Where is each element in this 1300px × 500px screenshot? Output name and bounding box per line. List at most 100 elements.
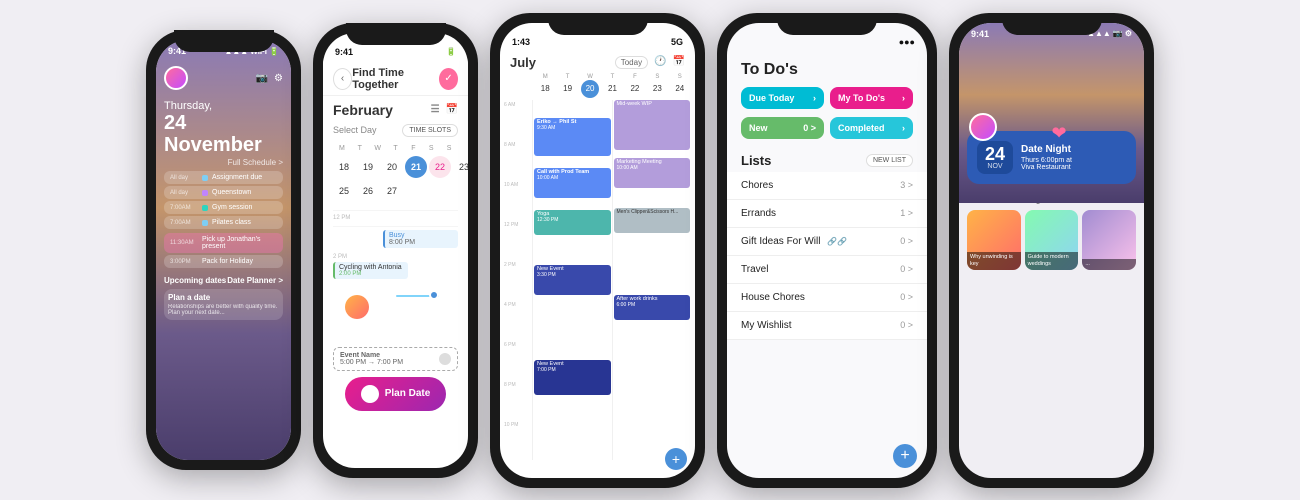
avatar-1[interactable]: [164, 66, 188, 90]
full-schedule-link[interactable]: Full Schedule >: [164, 158, 283, 167]
list-item-travel[interactable]: Travel 0 >: [727, 256, 927, 284]
event-dot: [202, 175, 208, 181]
blog-overlay-2: Guide to modern weddings: [1025, 252, 1079, 269]
month-name: February: [333, 102, 393, 118]
week-strip: M 18 T 19 W 20 T 21 F 22 S 23: [500, 72, 695, 100]
add-list-button[interactable]: +: [893, 444, 917, 468]
day-18[interactable]: 18: [333, 156, 355, 178]
list-icon[interactable]: ☰: [431, 104, 440, 115]
busy-block-row: Busy 8:00 PM: [333, 226, 458, 250]
event-dot-2: [202, 220, 208, 226]
upcoming-header: Upcoming dates Date Planner >: [164, 276, 283, 285]
cal-grid-icon[interactable]: 📅: [673, 56, 685, 69]
event-drinks[interactable]: After work drinks 6:00 PM: [614, 295, 691, 320]
list-item-errands[interactable]: Errands 1 >: [727, 200, 927, 228]
event-name-block: Event Name 5:00 PM → 7:00 PM: [333, 347, 458, 371]
blog-card-2[interactable]: Guide to modern weddings: [1025, 210, 1079, 270]
day-headers: MTWTFSS: [333, 145, 458, 152]
list-item-chores[interactable]: Chores 3 >: [727, 172, 927, 200]
cycling-label: Cycling with Antonia: [339, 264, 404, 271]
slider-handle[interactable]: [429, 290, 439, 300]
event-marketing[interactable]: Marketing Meeting 10:00 AM: [614, 158, 691, 188]
event-clippers[interactable]: Men's Clipper&Scissors H...: [614, 208, 691, 233]
date-display: Thursday, 24 November: [164, 100, 283, 156]
my-todos-btn[interactable]: My To Do's ›: [830, 87, 913, 109]
phone-5: 9:41 ▲▲▲ 📷 ⚙ ❤ 24 NOV Date Night Thurs 6…: [949, 13, 1154, 488]
calendar-icon[interactable]: 📅: [446, 104, 458, 115]
weekday-wed: W 20: [579, 72, 601, 100]
event-prodteam[interactable]: Call with Prod Team 10:00 AM: [534, 168, 611, 198]
new-list-button[interactable]: NEW LIST: [866, 154, 913, 167]
events-list: All day Assignment due All day Queenstow…: [164, 171, 283, 268]
due-today-btn[interactable]: Due Today ›: [741, 87, 824, 109]
today-btn[interactable]: Today: [615, 56, 648, 69]
wishlist-count: 0 >: [900, 320, 913, 330]
phone2-header: ‹ Find Time Together ✓: [323, 59, 468, 96]
event-new1[interactable]: New Event 3:30 PM: [534, 265, 611, 295]
weekday-mon: M 18: [534, 72, 556, 100]
event-new2[interactable]: New Event 7:00 PM: [534, 360, 611, 395]
event-midweek[interactable]: Mid-week WIP: [614, 100, 691, 150]
date-num: 24: [983, 145, 1007, 163]
todo-buttons: Due Today › My To Do's ›: [727, 87, 927, 117]
link-icon: 🔗🔗: [827, 237, 847, 246]
blog-card-3[interactable]: ...: [1082, 210, 1136, 270]
day-23[interactable]: 23: [453, 156, 468, 178]
time-5: 9:41: [971, 29, 989, 39]
errands-count: 1 >: [900, 208, 913, 218]
time-grid: 6 AM 8 AM 10 AM 12 PM 2 PM 4 PM 6 PM 8 P…: [500, 100, 695, 460]
busy-label: Busy: [389, 232, 454, 239]
avatar-5: [969, 113, 997, 141]
busy-event: Busy 8:00 PM: [383, 230, 458, 248]
avatar-2a: [343, 293, 371, 321]
list-item-gift-ideas[interactable]: Gift Ideas For Will 🔗🔗 0 >: [727, 228, 927, 256]
day-22[interactable]: 22: [429, 156, 451, 178]
day-20[interactable]: 20: [381, 156, 403, 178]
notch-2: [346, 23, 446, 45]
event-eriko[interactable]: Eriko → Phil St 9:30 AM: [534, 118, 611, 156]
upcoming-card-text: Relationships are better with quality ti…: [168, 304, 279, 316]
weekday-tue: T 19: [556, 72, 578, 100]
time-labels: 6 AM 8 AM 10 AM 12 PM 2 PM 4 PM 6 PM 8 P…: [504, 100, 532, 460]
weekday-fri: F 22: [624, 72, 646, 100]
time-3: 1:43: [512, 37, 530, 47]
date-night-card: ❤ 24 NOV Date Night Thurs 6:00pm at Viva…: [967, 131, 1136, 184]
day-27[interactable]: 27: [381, 180, 403, 202]
list-item-wishlist[interactable]: My Wishlist 0 >: [727, 312, 927, 340]
new-btn[interactable]: New 0 >: [741, 117, 824, 139]
day-21[interactable]: 21: [405, 156, 427, 178]
add-event-button[interactable]: +: [665, 448, 687, 470]
blog-card-1[interactable]: Why unwinding is key: [967, 210, 1021, 270]
notch-4: [777, 13, 877, 35]
event-yoga[interactable]: Yoga 12:30 PM: [534, 210, 611, 235]
event-allday-2: All day Queenstown: [164, 186, 283, 199]
phone-3: 1:43 5G July Today 🕐 📅 M 18 T 19 W: [490, 13, 705, 488]
event-avatar: [439, 353, 451, 365]
gear-icon[interactable]: ⚙: [274, 73, 283, 84]
my-todos-label: My To Do's: [838, 93, 885, 103]
list-item-house-chores[interactable]: House Chores 0 >: [727, 284, 927, 312]
month-label: February ☰ 📅: [323, 96, 468, 120]
plan-date-button[interactable]: ❤ Plan Date: [345, 377, 447, 411]
confirm-button[interactable]: ✓: [439, 68, 458, 90]
bg-area: [959, 41, 1144, 131]
clock-icon[interactable]: 🕐: [654, 56, 666, 69]
day-26[interactable]: 26: [357, 180, 379, 202]
header-icons-1: 📷 ⚙: [256, 73, 283, 84]
day-19[interactable]: 19: [357, 156, 379, 178]
back-button[interactable]: ‹: [333, 68, 352, 90]
event-allday-1: All day Assignment due: [164, 171, 283, 184]
date-planner-link[interactable]: Date Planner >: [227, 276, 283, 285]
chores-label: Chores: [741, 180, 773, 191]
blog-cards: Why unwinding is key Guide to modern wed…: [967, 210, 1136, 270]
cal-month: July: [510, 55, 536, 70]
date-card-info: Date Night Thurs 6:00pm at Viva Restaura…: [1021, 144, 1072, 171]
day-25[interactable]: 25: [333, 180, 355, 202]
new-count: 0 >: [803, 123, 816, 133]
notch-1: [174, 30, 274, 52]
camera-icon[interactable]: 📷: [256, 73, 268, 84]
calendar-days: MTWTFSS 18 19 20 21 22 23 24 25 26 27: [323, 141, 468, 206]
time-slots-button[interactable]: TIME SLOTS: [402, 124, 458, 137]
completed-btn[interactable]: Completed ›: [830, 117, 913, 139]
time-12pm: 12 PM: [333, 210, 458, 226]
